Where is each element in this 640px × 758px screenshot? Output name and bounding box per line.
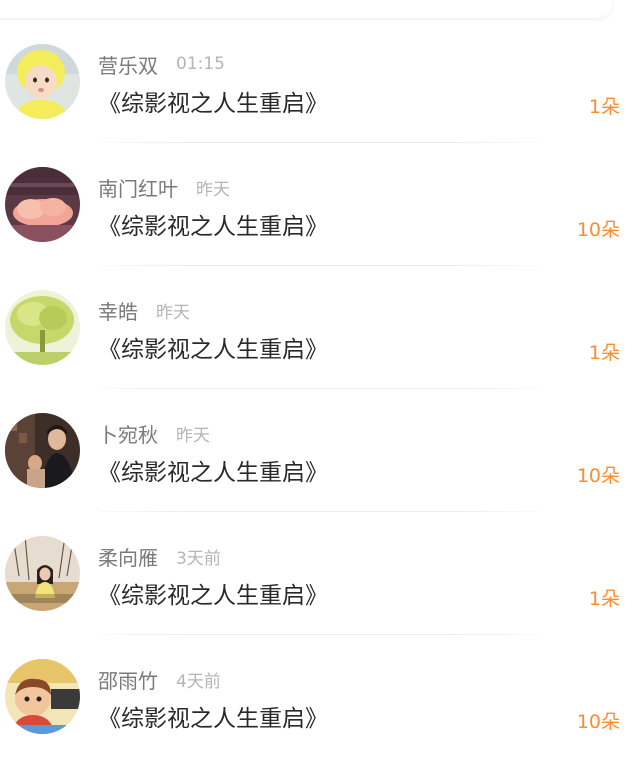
user-name[interactable]: 南门红叶 (98, 173, 178, 202)
user-name[interactable]: 柔向雁 (98, 542, 158, 571)
name-line: 邵雨竹 4天前 (98, 665, 221, 693)
girl-field-avatar[interactable] (5, 536, 80, 611)
timestamp: 昨天 (176, 425, 210, 446)
name-line: 营乐双 01:15 (98, 50, 225, 78)
list-item[interactable]: 幸皓 昨天 《综影视之人生重启》 1朵 (0, 266, 640, 389)
gift-count: 1朵 (588, 588, 620, 610)
pink-cloud-avatar[interactable] (5, 167, 80, 242)
name-line: 幸皓 昨天 (98, 296, 190, 324)
user-name[interactable]: 邵雨竹 (98, 665, 158, 694)
gift-count: 10朵 (576, 465, 620, 487)
timestamp: 4天前 (176, 671, 221, 692)
gift-record-list: 营乐双 01:15 《综影视之人生重启》 1朵 南门红叶 昨天 《综影视之人生重… (0, 20, 640, 758)
list-item[interactable]: 邵雨竹 4天前 《综影视之人生重启》 10朵 (0, 635, 640, 758)
list-item[interactable]: 卜宛秋 昨天 《综影视之人生重启》 10朵 (0, 389, 640, 512)
name-line: 南门红叶 昨天 (98, 173, 230, 201)
child-yellow-hat-avatar[interactable] (5, 44, 80, 119)
user-name[interactable]: 幸皓 (98, 296, 138, 325)
book-title[interactable]: 《综影视之人生重启》 (98, 576, 328, 610)
book-title[interactable]: 《综影视之人生重启》 (98, 453, 328, 487)
book-title[interactable]: 《综影视之人生重启》 (98, 84, 328, 118)
cartoon-character-avatar[interactable] (5, 659, 80, 734)
green-tree-avatar[interactable] (5, 290, 80, 365)
book-title[interactable]: 《综影视之人生重启》 (98, 330, 328, 364)
name-line: 卜宛秋 昨天 (98, 419, 210, 447)
timestamp: 昨天 (196, 179, 230, 200)
user-name[interactable]: 卜宛秋 (98, 419, 158, 448)
gift-count: 1朵 (588, 96, 620, 118)
timestamp: 01:15 (176, 54, 225, 74)
list-item[interactable]: 南门红叶 昨天 《综影视之人生重启》 10朵 (0, 143, 640, 266)
timestamp: 3天前 (176, 548, 221, 569)
book-title[interactable]: 《综影视之人生重启》 (98, 207, 328, 241)
book-title[interactable]: 《综影视之人生重启》 (98, 699, 328, 733)
list-item[interactable]: 柔向雁 3天前 《综影视之人生重启》 1朵 (0, 512, 640, 635)
gift-count: 10朵 (576, 219, 620, 241)
user-name[interactable]: 营乐双 (98, 50, 158, 79)
top-card-edge (0, 0, 612, 18)
list-item[interactable]: 营乐双 01:15 《综影视之人生重启》 1朵 (0, 20, 640, 143)
gift-count: 1朵 (588, 342, 620, 364)
couple-photo-avatar[interactable] (5, 413, 80, 488)
name-line: 柔向雁 3天前 (98, 542, 221, 570)
timestamp: 昨天 (156, 302, 190, 323)
gift-count: 10朵 (576, 711, 620, 733)
